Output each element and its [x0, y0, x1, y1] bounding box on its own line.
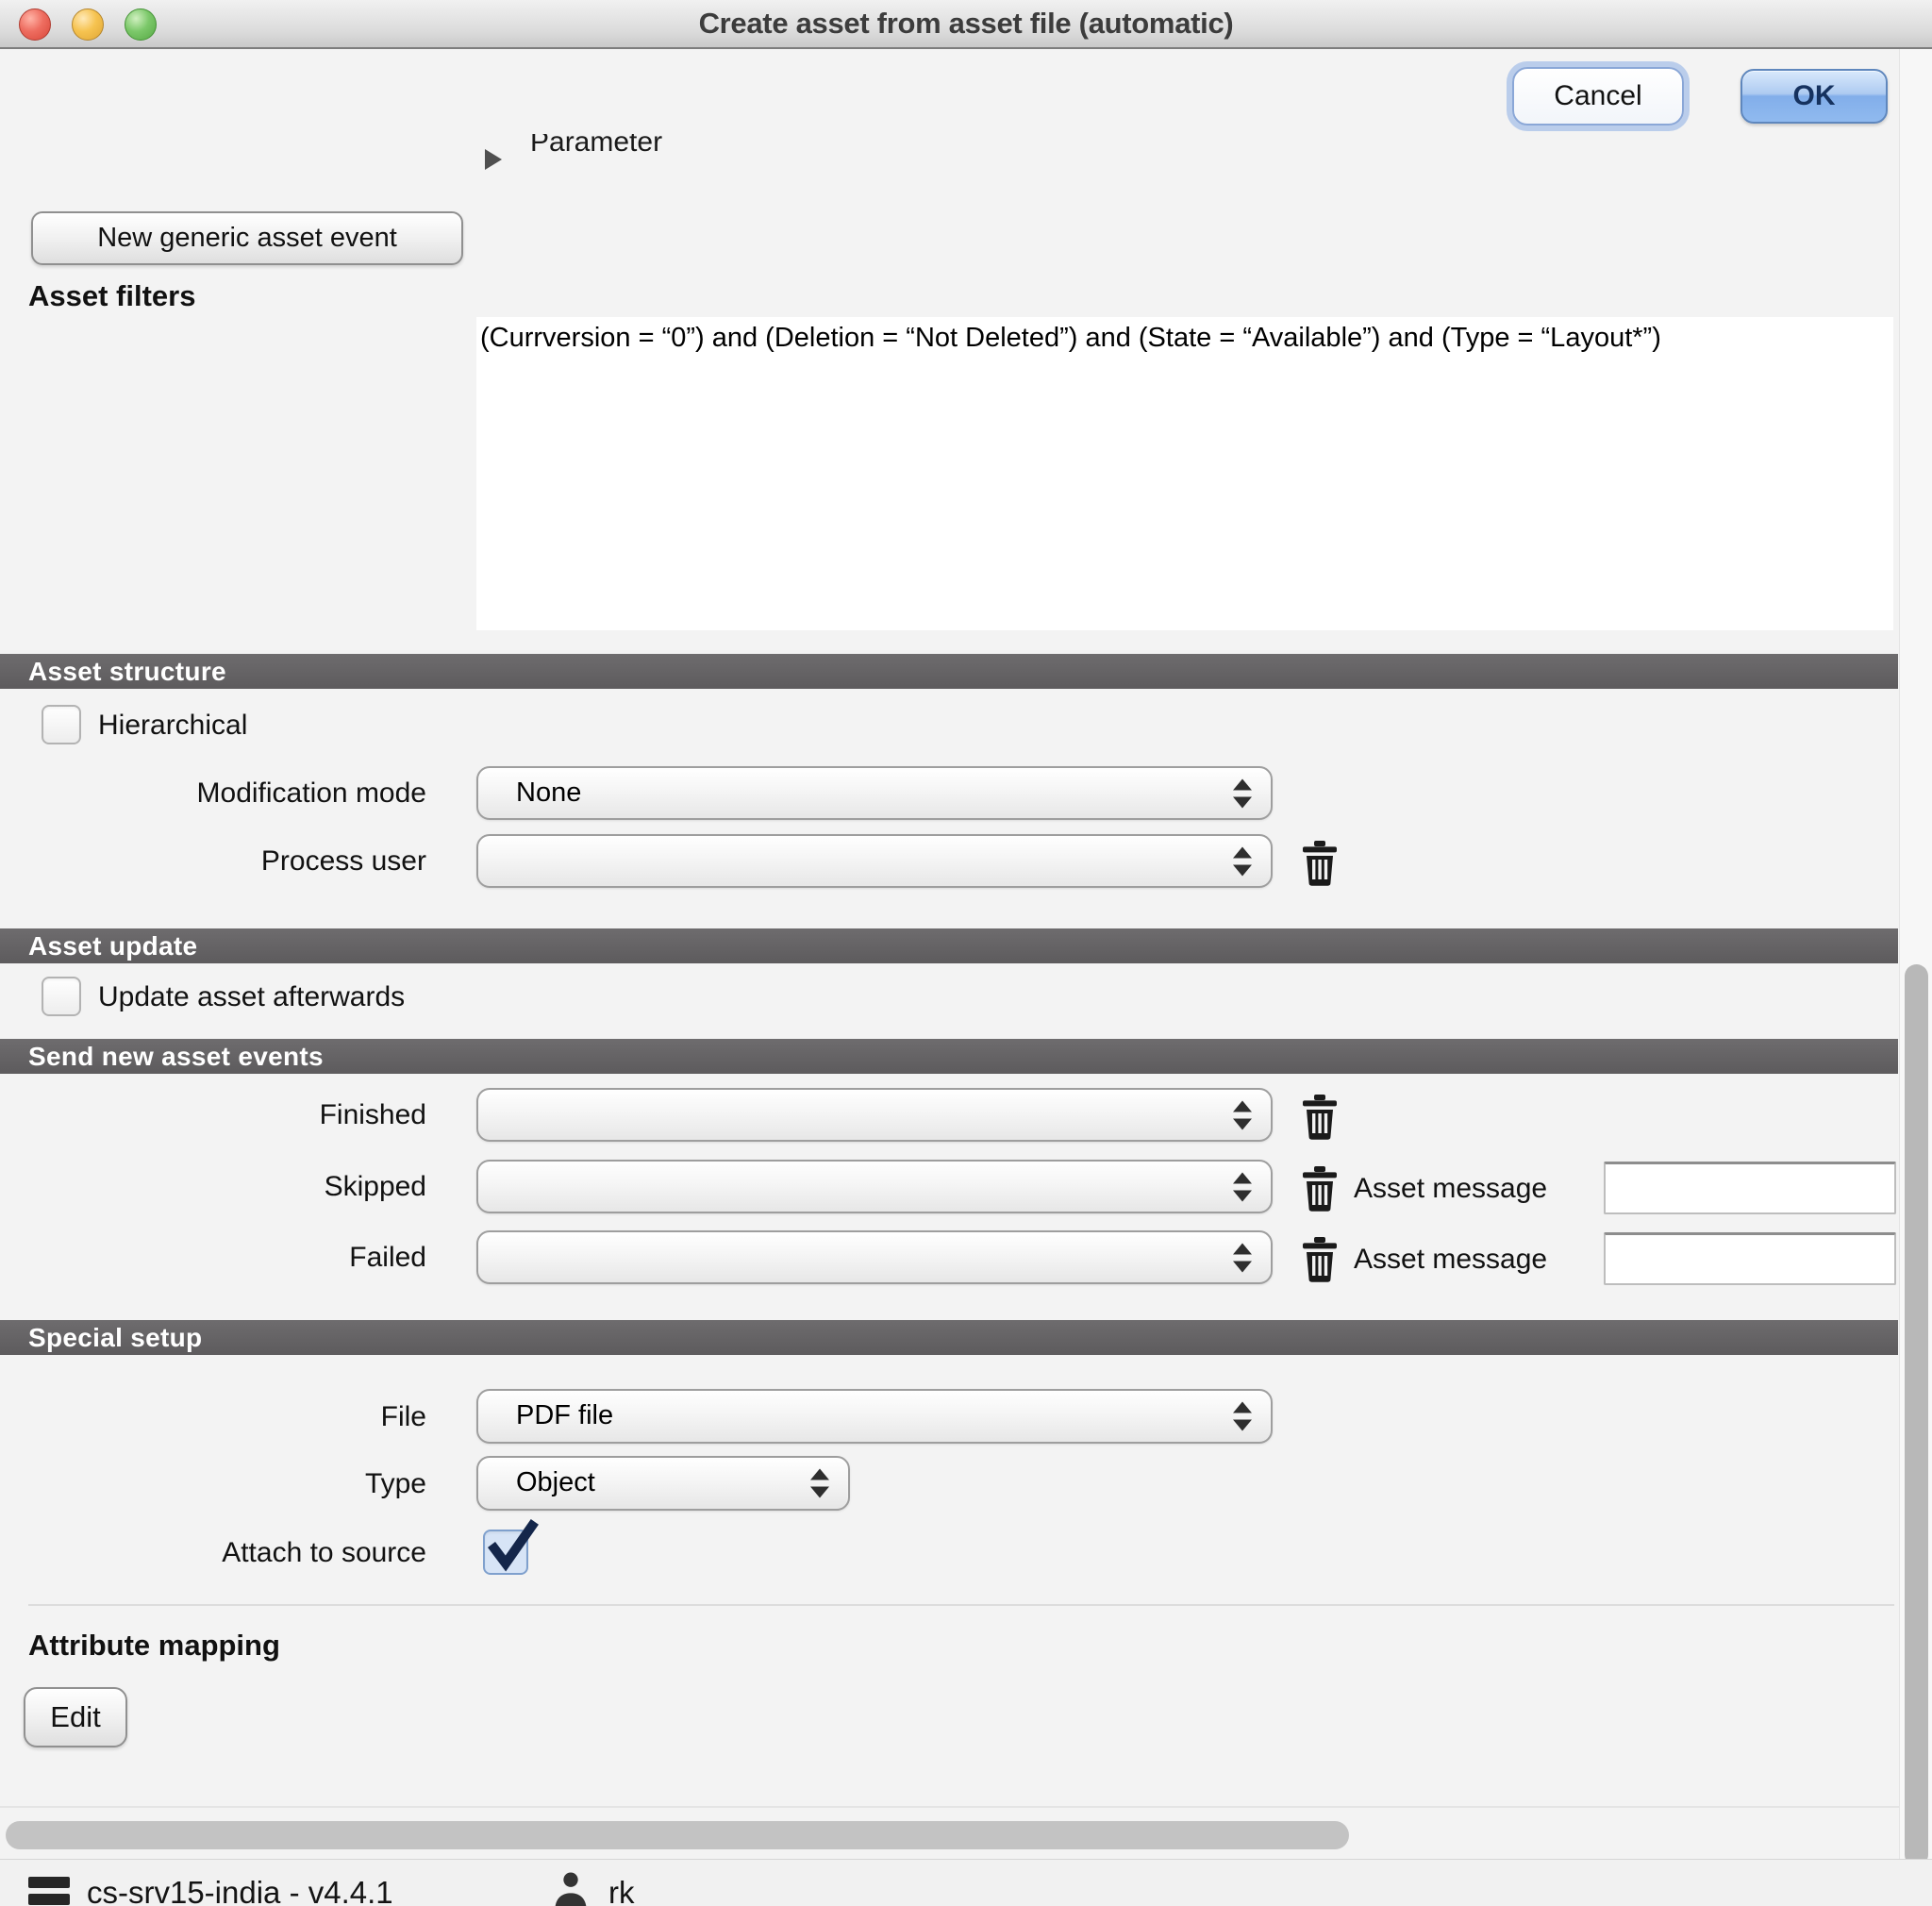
type-dropdown[interactable]: Object [476, 1456, 850, 1511]
stepper-icon [1233, 1172, 1252, 1201]
asset-message-input[interactable] [1604, 1232, 1896, 1285]
divider [0, 1806, 1932, 1808]
cancel-button[interactable]: Cancel [1512, 67, 1684, 125]
stepper-icon [1233, 846, 1252, 876]
section-header-send-new-asset-events: Send new asset events [0, 1039, 1898, 1074]
window-title: Create asset from asset file (automatic) [0, 0, 1932, 47]
parameter-row: Parameter [530, 134, 775, 172]
failed-event-dropdown[interactable] [476, 1230, 1273, 1284]
update-asset-afterwards-checkbox[interactable] [42, 977, 81, 1016]
type-label: Type [0, 1468, 426, 1500]
server-label: cs-srv15-india - v4.4.1 [87, 1875, 393, 1906]
section-header-special-setup: Special setup [0, 1320, 1898, 1355]
vertical-scrollbar-thumb[interactable] [1905, 964, 1928, 1866]
section-header-asset-structure: Asset structure [0, 654, 1898, 689]
attach-to-source-label: Attach to source [0, 1537, 426, 1569]
edit-button[interactable]: Edit [24, 1687, 127, 1747]
hierarchical-label: Hierarchical [98, 710, 247, 742]
asset-filter-textarea[interactable]: (Currversion = “0”) and (Deletion = “Not… [476, 317, 1893, 630]
finished-event-dropdown[interactable] [476, 1088, 1273, 1142]
stepper-icon [1233, 1100, 1252, 1129]
attribute-mapping-label: Attribute mapping [28, 1629, 280, 1663]
skipped-event-dropdown[interactable] [476, 1160, 1273, 1213]
asset-filters-label: Asset filters [28, 279, 195, 313]
new-generic-asset-event-button[interactable]: New generic asset event [31, 211, 463, 265]
stepper-icon [810, 1469, 829, 1498]
file-label: File [0, 1401, 426, 1433]
status-bar: cs-srv15-india - v4.4.1 rk [0, 1859, 1932, 1906]
process-user-dropdown[interactable] [476, 834, 1273, 888]
section-header-asset-update: Asset update [0, 928, 1898, 963]
trash-icon[interactable] [1299, 1166, 1341, 1212]
skipped-label: Skipped [0, 1171, 426, 1203]
trash-icon[interactable] [1299, 841, 1341, 886]
modification-mode-label: Modification mode [0, 777, 426, 810]
divider [28, 1604, 1894, 1606]
titlebar: Create asset from asset file (automatic) [0, 0, 1932, 49]
asset-message-label: Asset message [1354, 1173, 1547, 1205]
stepper-icon [1233, 1402, 1252, 1431]
user-label: rk [608, 1875, 635, 1906]
stepper-icon [1233, 778, 1252, 808]
dropdown-value: None [516, 768, 581, 818]
horizontal-scrollbar-thumb[interactable] [6, 1821, 1349, 1849]
checkmark-icon [483, 1516, 541, 1575]
file-dropdown[interactable]: PDF file [476, 1389, 1273, 1444]
hierarchical-checkbox[interactable] [42, 705, 81, 744]
trash-icon[interactable] [1299, 1237, 1341, 1282]
attach-to-source-checkbox[interactable] [483, 1530, 528, 1575]
finished-label: Finished [0, 1099, 426, 1131]
asset-message-label: Asset message [1354, 1244, 1547, 1276]
disclosure-triangle-icon[interactable] [485, 149, 502, 170]
user-icon [552, 1869, 590, 1906]
dropdown-value: PDF file [516, 1391, 613, 1442]
asset-filter-text: (Currversion = “0”) and (Deletion = “Not… [476, 317, 1893, 354]
trash-icon[interactable] [1299, 1095, 1341, 1140]
ok-button[interactable]: OK [1740, 69, 1888, 124]
asset-message-input[interactable] [1604, 1162, 1896, 1214]
dialog-window: Create asset from asset file (automatic)… [0, 0, 1932, 1906]
dropdown-value: Object [516, 1458, 595, 1509]
parameter-label: Parameter [530, 134, 775, 159]
process-user-label: Process user [0, 845, 426, 878]
failed-label: Failed [0, 1242, 426, 1274]
modification-mode-dropdown[interactable]: None [476, 766, 1273, 820]
update-asset-afterwards-label: Update asset afterwards [98, 981, 405, 1013]
stepper-icon [1233, 1243, 1252, 1272]
